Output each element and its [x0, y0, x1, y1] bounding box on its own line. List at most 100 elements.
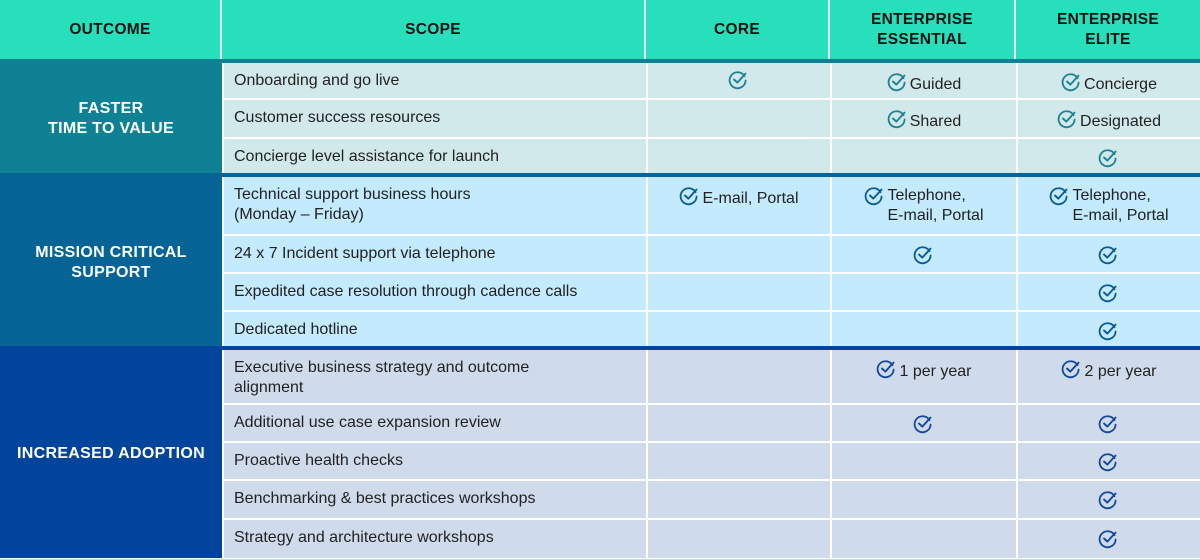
outcome-rows: Executive business strategy and outcome …: [222, 350, 1200, 558]
core-cell: [646, 481, 830, 518]
check-circle-icon: [877, 360, 895, 379]
check-circle-icon: [887, 110, 906, 129]
table-row: Expedited case resolution through cadenc…: [222, 274, 1200, 312]
check-circle-icon: [865, 187, 883, 206]
scope-cell: Executive business strategy and outcome …: [222, 350, 646, 403]
elite-cell: Telephone, E-mail, Portal: [1016, 177, 1200, 234]
scope-cell: Dedicated hotline: [222, 312, 646, 348]
table-row: 24 x 7 Incident support via telephone: [222, 236, 1200, 274]
check-circle-icon: [1098, 284, 1116, 303]
check-circle-icon: [913, 246, 931, 265]
check-circle-icon: [1098, 453, 1116, 472]
essential-cell: [830, 481, 1016, 518]
table-row: Onboarding and go live Guided Concierge: [222, 63, 1200, 100]
header-core: CORE: [646, 0, 830, 59]
check-circle-icon: [1098, 491, 1116, 510]
essential-cell: [830, 520, 1016, 558]
outcome-label: INCREASED ADOPTION: [0, 350, 222, 558]
check-circle-icon: [1098, 415, 1116, 434]
essential-cell: Telephone, E-mail, Portal: [830, 177, 1016, 234]
elite-cell: [1016, 443, 1200, 479]
elite-cell: [1016, 481, 1200, 518]
outcome-rows: Technical support business hours (Monday…: [222, 177, 1200, 348]
core-cell: [646, 350, 830, 403]
core-cell: [646, 100, 830, 137]
outcome-group: FASTER TIME TO VALUE Onboarding and go li…: [0, 59, 1200, 174]
table-row: Proactive health checks: [222, 443, 1200, 481]
outcome-label: FASTER TIME TO VALUE: [0, 63, 222, 174]
essential-cell: [830, 443, 1016, 479]
essential-cell: [830, 405, 1016, 441]
essential-cell: 1 per year: [830, 350, 1016, 403]
table-row: Customer success resources Shared Designat…: [222, 100, 1200, 139]
elite-cell: Designated: [1016, 100, 1200, 137]
essential-cell: Shared: [830, 100, 1016, 137]
header-outcome: OUTCOME: [0, 0, 222, 59]
elite-cell: [1016, 520, 1200, 558]
elite-cell: 2 per year: [1016, 350, 1200, 403]
table-row: Benchmarking & best practices workshops: [222, 481, 1200, 520]
header-scope: SCOPE: [222, 0, 646, 59]
check-circle-icon: [887, 73, 906, 92]
scope-cell: Onboarding and go live: [222, 63, 646, 98]
elite-cell: [1016, 274, 1200, 310]
core-cell: [646, 443, 830, 479]
header-enterprise-elite: ENTERPRISE ELITE: [1056, 11, 1160, 48]
check-circle-icon: [1098, 322, 1116, 341]
core-cell: E-mail, Portal: [646, 177, 830, 234]
check-circle-icon: [1098, 149, 1116, 168]
elite-cell: Concierge: [1016, 63, 1200, 98]
elite-value: Concierge: [1084, 76, 1157, 93]
group-divider: [0, 173, 1200, 177]
header-enterprise-essential: ENTERPRISE ESSENTIAL: [830, 0, 1016, 59]
essential-value: 1 per year: [899, 363, 972, 380]
check-circle-icon: [1057, 110, 1076, 129]
support-tier-comparison-table: OUTCOME SCOPE CORE ENTERPRISE ESSENTIAL …: [0, 0, 1200, 559]
check-circle-icon: [1050, 187, 1068, 206]
elite-value: 2 per year: [1084, 363, 1157, 380]
scope-cell: Additional use case expansion review: [222, 405, 646, 441]
outcome-rows: Onboarding and go live Guided Concierge Cus…: [222, 63, 1200, 174]
elite-cell: [1016, 236, 1200, 272]
scope-cell: Technical support business hours (Monday…: [222, 177, 646, 234]
elite-cell: [1016, 139, 1200, 174]
table-row: Executive business strategy and outcome …: [222, 350, 1200, 405]
scope-cell: Strategy and architecture workshops: [222, 520, 646, 558]
core-cell: [646, 236, 830, 272]
table-row: Additional use case expansion review: [222, 405, 1200, 443]
check-circle-icon: [680, 187, 698, 206]
outcome-group: MISSION CRITICAL SUPPORT Technical suppor…: [0, 173, 1200, 348]
essential-value: Shared: [909, 113, 962, 130]
outcome-group: INCREASED ADOPTION Executive business str…: [0, 346, 1200, 558]
check-circle-icon: [913, 415, 931, 434]
core-cell: [646, 405, 830, 441]
essential-cell: [830, 236, 1016, 272]
essential-value: Telephone, E-mail, Portal: [887, 187, 984, 224]
elite-cell: [1016, 405, 1200, 441]
scope-cell: Concierge level assistance for launch: [222, 139, 646, 174]
essential-cell: [830, 139, 1016, 174]
check-circle-icon: [728, 71, 746, 90]
check-circle-icon: [1098, 246, 1116, 265]
group-divider: [0, 346, 1200, 350]
table-row: Dedicated hotline: [222, 312, 1200, 348]
core-cell: [646, 139, 830, 174]
core-cell: [646, 312, 830, 348]
scope-cell: Expedited case resolution through cadenc…: [222, 274, 646, 310]
table-row: Strategy and architecture workshops: [222, 520, 1200, 558]
outcome-label: MISSION CRITICAL SUPPORT: [0, 177, 222, 348]
core-value: E-mail, Portal: [702, 190, 799, 207]
essential-cell: [830, 274, 1016, 310]
core-cell: [646, 274, 830, 310]
check-circle-icon: [1061, 73, 1080, 92]
elite-cell: [1016, 312, 1200, 348]
check-circle-icon: [1098, 530, 1116, 549]
table-row: Technical support business hours (Monday…: [222, 177, 1200, 236]
elite-value: Designated: [1080, 113, 1161, 130]
essential-cell: [830, 312, 1016, 348]
scope-cell: 24 x 7 Incident support via telephone: [222, 236, 646, 272]
scope-cell: Proactive health checks: [222, 443, 646, 479]
core-cell: [646, 63, 830, 98]
essential-cell: Guided: [830, 63, 1016, 98]
scope-cell: Customer success resources: [222, 100, 646, 137]
